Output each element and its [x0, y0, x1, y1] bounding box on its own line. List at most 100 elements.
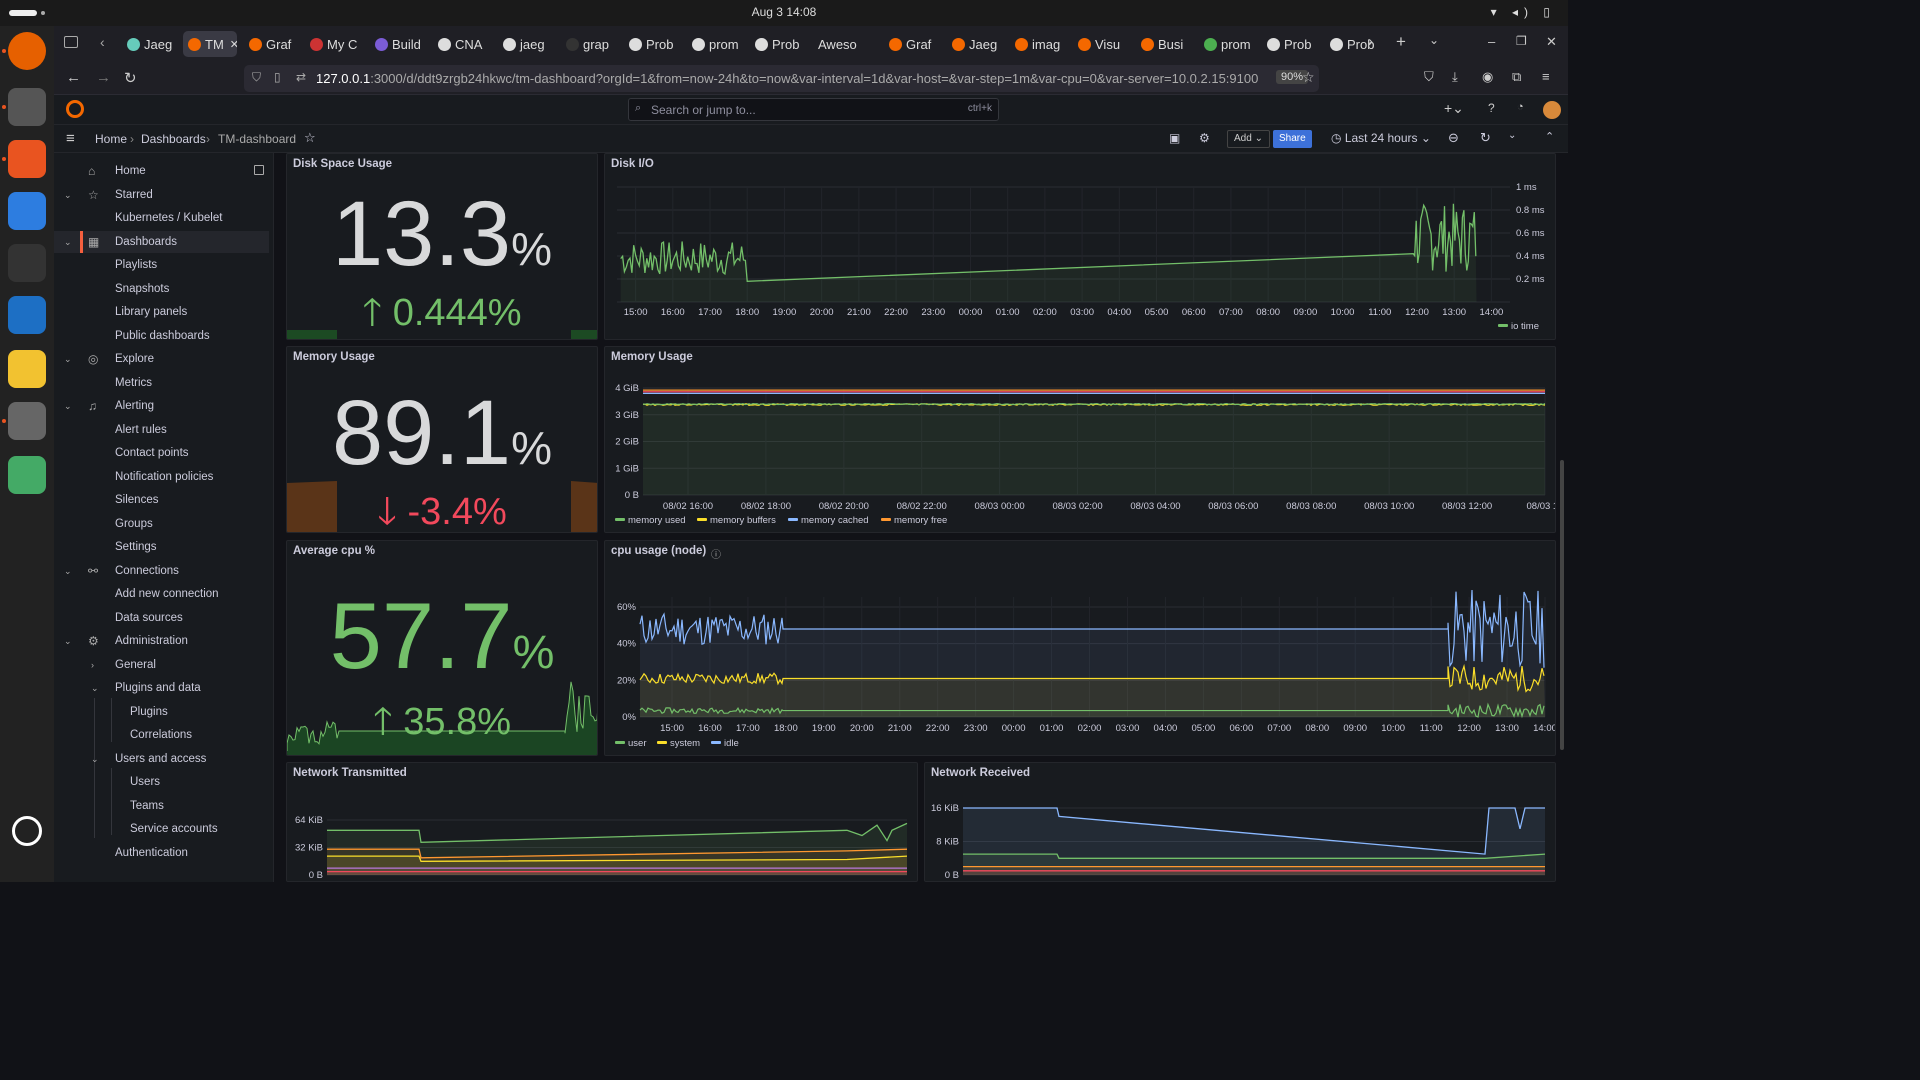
legend-item[interactable]: user [615, 738, 646, 749]
sidebar-item-explore[interactable]: ⌄ ◎ Explore [54, 348, 269, 370]
downloads-icon[interactable]: ⤓ [1452, 69, 1458, 85]
sidebar-item-data-sources[interactable]: Data sources [54, 607, 269, 629]
search-input[interactable]: ⌕ Search or jump to... ctrl+k [628, 98, 999, 121]
reload-icon[interactable]: ↻ [124, 69, 137, 87]
sidebar-item-home[interactable]: ⌂ Home [54, 160, 269, 182]
system-tray[interactable]: ▾ ◂) ▯ [1491, 5, 1556, 19]
chevron-down-icon[interactable]: ⌄ [64, 395, 72, 417]
extensions-icon[interactable]: ⧉ [1512, 69, 1521, 85]
ubuntu-icon[interactable] [12, 816, 42, 846]
sidebar-item-connections[interactable]: ⌄ ⚯ Connections [54, 560, 269, 582]
zoom-out-icon[interactable]: ⊖ [1448, 130, 1459, 146]
sidebar-item-general[interactable]: › General [54, 654, 269, 676]
collapse-header-icon[interactable]: ⌃ [1545, 130, 1554, 143]
restore-icon[interactable]: ❐ [1516, 34, 1527, 48]
url-text[interactable]: 127.0.0.1:3000/d/ddt9zrgb24hkwc/tm-dashb… [316, 71, 1258, 86]
terminal-icon[interactable] [8, 244, 46, 282]
page-icon[interactable]: ▯ [274, 70, 281, 84]
sidebar-item-correlations[interactable]: Correlations [54, 724, 269, 746]
files-icon[interactable] [8, 88, 46, 126]
timeseries-panel-disk-io[interactable]: Disk I/O 0.2 ms 0.4 ms 0.6 ms 0.8 ms 1 ms 15:… [604, 153, 1556, 340]
time-range-picker[interactable]: ◷ Last 24 hours ⌄ [1331, 131, 1431, 145]
tab-scroll-left-icon[interactable]: ‹ [100, 34, 105, 50]
permissions-icon[interactable]: ⇄ [296, 70, 306, 84]
browser-tab[interactable]: Graf [884, 31, 940, 57]
sidebar-item-teams[interactable]: Teams [54, 795, 269, 817]
chevron-down-icon[interactable]: ⌄ [91, 677, 99, 699]
legend-item[interactable]: memory cached [788, 515, 869, 526]
legend-item[interactable]: memory buffers [697, 515, 776, 526]
browser-tab[interactable]: Aweso [813, 31, 877, 57]
browser-tab[interactable]: Prob [624, 31, 680, 57]
timeseries-panel-net-rx[interactable]: Network Received 0 B8 KiB 16 KiB [924, 762, 1556, 882]
close-tab-icon[interactable]: ✕ [230, 38, 237, 51]
legend-item[interactable]: system [657, 738, 700, 749]
sidebar-item-dashboards[interactable]: ⌄ ▦ Dashboards [54, 230, 269, 253]
news-feed-icon[interactable]: ◔ [1517, 101, 1524, 113]
clock[interactable]: Aug 3 14:08 [0, 5, 1568, 19]
sidebar-item-playlists[interactable]: Playlists [54, 254, 269, 276]
menu-icon[interactable]: ≡ [1542, 69, 1550, 84]
stat-panel-cpu[interactable]: Average cpu % 57.7% 🡑 35.8% [286, 540, 598, 756]
firefox-icon[interactable] [8, 32, 46, 70]
sidebar-item-settings[interactable]: Settings [54, 536, 269, 558]
browser-tab[interactable]: jaeg [498, 31, 554, 57]
help-icon[interactable]: ? [1488, 101, 1495, 115]
sidebar-item-contact-points[interactable]: Contact points [54, 442, 269, 464]
browser-tab[interactable]: Jaeg [947, 31, 1003, 57]
text-editor-icon[interactable] [8, 350, 46, 388]
breadcrumb-home[interactable]: Home [95, 132, 127, 146]
sidebar-item-silences[interactable]: Silences [54, 489, 269, 511]
account-icon[interactable]: ◉ [1482, 69, 1493, 85]
share-button[interactable]: Share [1273, 130, 1312, 148]
shield-icon[interactable]: ⛉ [252, 70, 261, 85]
vscode-icon[interactable] [8, 296, 46, 334]
sidebar-item-alerting[interactable]: ⌄ ♫ Alerting [54, 395, 269, 417]
timeseries-panel-cpu[interactable]: cpu usage (node) ⓘ 0% 20% 40% 60% 15:00 16:00… [604, 540, 1556, 756]
sidebar-item-public-dashboards[interactable]: Public dashboards [54, 325, 269, 347]
favorite-star-icon[interactable]: ☆ [304, 130, 316, 146]
browser-tab[interactable]: Prob [1262, 31, 1318, 57]
minimize-icon[interactable]: – [1488, 34, 1495, 49]
sidebar-item-alert-rules[interactable]: Alert rules [54, 419, 269, 441]
sidebar-item-starred[interactable]: ⌄ ☆ Starred [54, 184, 269, 206]
new-tab-icon[interactable]: + [1396, 32, 1406, 52]
browser-tab[interactable]: imag [1010, 31, 1066, 57]
tab-list-icon[interactable] [64, 36, 78, 48]
sidebar-item-kubernetes-kubelet[interactable]: Kubernetes / Kubelet [54, 207, 269, 229]
timeseries-panel-net-tx[interactable]: Network Transmitted 0 B 32 KiB 64 KiB [286, 762, 918, 882]
sidebar-item-metrics[interactable]: Metrics [54, 372, 269, 394]
chevron-right-icon[interactable]: › [91, 654, 94, 676]
legend-item[interactable]: memory free [881, 515, 947, 526]
chevron-down-icon[interactable]: ⌄ [64, 560, 72, 582]
browser-tab[interactable]: Graf [244, 31, 298, 57]
close-window-icon[interactable]: ✕ [1546, 34, 1557, 50]
legend-item[interactable]: memory used [615, 515, 686, 526]
add-button[interactable]: Add ⌄ [1227, 130, 1270, 148]
sidebar-item-service-accounts[interactable]: Service accounts [54, 818, 269, 840]
sidebar-item-notification-policies[interactable]: Notification policies [54, 466, 269, 488]
sidebar-item-administration[interactable]: ⌄ ⚙ Administration [54, 630, 269, 652]
legend-item[interactable]: io time [1498, 321, 1539, 332]
tab-scroll-right-icon[interactable]: › [1368, 33, 1373, 50]
bookmark-star-icon[interactable]: ☆ [1302, 69, 1315, 86]
sidebar-item-library-panels[interactable]: Library panels [54, 301, 269, 323]
browser-tab[interactable]: Visu [1073, 31, 1129, 57]
breadcrumb-dashboards[interactable]: Dashboards [141, 132, 206, 146]
grafana-logo-icon[interactable] [66, 100, 84, 118]
back-icon[interactable]: ← [66, 69, 81, 86]
chevron-down-icon[interactable]: ⌄ [64, 630, 72, 652]
pocket-icon[interactable]: ⛉ [1424, 69, 1434, 85]
trash-icon[interactable] [8, 456, 46, 494]
browser-tab[interactable]: grap [561, 31, 617, 57]
browser-tab[interactable]: Build [370, 31, 426, 57]
browser-tab[interactable]: Prob [750, 31, 806, 57]
stat-panel-disk[interactable]: Disk Space Usage 13.3% 🡑 0.444% [286, 153, 598, 340]
sidebar-item-snapshots[interactable]: Snapshots [54, 278, 269, 300]
refresh-icon[interactable]: ↻ [1480, 130, 1491, 146]
dashboard-settings-icon[interactable]: ⚙ [1199, 131, 1210, 145]
browser-tab[interactable]: Busi [1136, 31, 1192, 57]
menu-toggle-icon[interactable]: ≡ [66, 130, 75, 147]
user-avatar[interactable] [1543, 101, 1561, 119]
browser-tab[interactable]: Jaeg [122, 31, 176, 57]
